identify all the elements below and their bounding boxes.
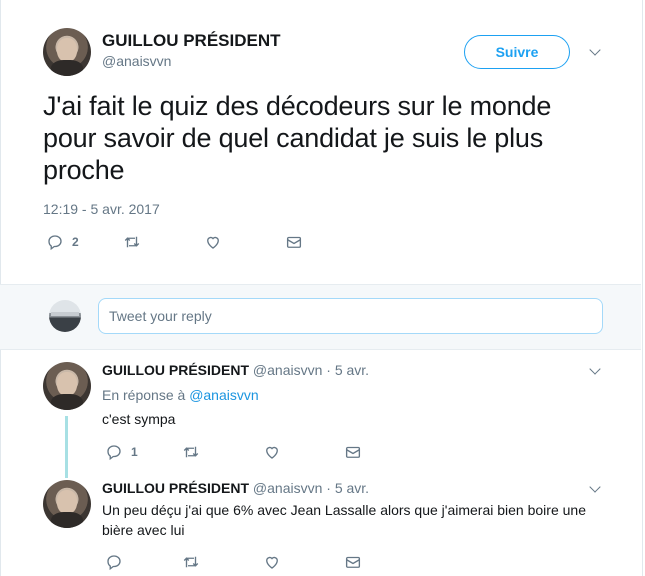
reply-text: Un peu déçu j'ai que 6% avec Jean Lassal… [102, 502, 586, 538]
reply-count: 1 [131, 445, 138, 459]
current-user-avatar [49, 300, 81, 332]
reply-header: GUILLOU PRÉSIDENT @anaisvvn · 5 avr. [102, 362, 369, 378]
chevron-down-icon[interactable] [588, 45, 602, 59]
tweet-timestamp[interactable]: 12:19 - 5 avr. 2017 [43, 201, 160, 217]
mention-link[interactable]: @anaisvvn [189, 387, 258, 403]
author-name[interactable]: GUILLOU PRÉSIDENT [102, 362, 249, 378]
reply-button[interactable]: 2 [46, 233, 79, 251]
like-button[interactable] [263, 443, 281, 461]
reply-icon [107, 445, 121, 461]
tweet-text: J'ai fait le quiz des décodeurs sur le m… [43, 91, 552, 185]
reply-tweet[interactable]: GUILLOU PRÉSIDENT @anaisvvn · 5 avr. Un … [0, 470, 641, 576]
tweet-actions: 2 [46, 233, 346, 253]
reply-button[interactable]: 1 [105, 443, 138, 461]
reply-icon [48, 235, 62, 251]
reply-count: 2 [72, 235, 79, 249]
retweet-icon [124, 236, 140, 248]
avatar[interactable] [43, 480, 91, 528]
like-icon [207, 236, 219, 249]
reply-input[interactable]: Tweet your reply [98, 298, 603, 334]
retweet-button[interactable] [182, 443, 200, 461]
reply-composer: Tweet your reply [0, 284, 641, 350]
reply-button[interactable] [105, 553, 123, 571]
like-button[interactable] [263, 553, 281, 571]
like-icon [266, 446, 278, 459]
avatar[interactable] [43, 28, 91, 76]
follow-button[interactable]: Suivre [464, 35, 570, 69]
reply-header: GUILLOU PRÉSIDENT @anaisvvn · 5 avr. [102, 480, 369, 496]
author-name[interactable]: GUILLOU PRÉSIDENT [102, 31, 281, 51]
retweet-icon [183, 446, 199, 458]
author-name[interactable]: GUILLOU PRÉSIDENT [102, 480, 249, 496]
reply-tweet[interactable]: GUILLOU PRÉSIDENT @anaisvvn · 5 avr. En … [0, 352, 641, 474]
avatar[interactable] [43, 362, 91, 410]
direct-message-icon [286, 236, 302, 248]
reply-icon [107, 555, 121, 571]
direct-message-button[interactable] [344, 553, 362, 571]
direct-message-button[interactable] [285, 233, 303, 251]
chevron-down-icon[interactable] [588, 364, 602, 378]
in-reply-to: En réponse à @anaisvvn [102, 387, 259, 403]
in-reply-prefix: En réponse à [102, 387, 186, 403]
retweet-icon [183, 556, 199, 568]
direct-message-icon [345, 446, 361, 458]
main-tweet: GUILLOU PRÉSIDENT @anaisvvn Suivre J'ai … [0, 0, 641, 284]
direct-message-icon [345, 556, 361, 568]
retweet-button[interactable] [182, 553, 200, 571]
chevron-down-icon[interactable] [588, 482, 602, 496]
reply-text: c'est sympa [102, 411, 176, 427]
direct-message-button[interactable] [344, 443, 362, 461]
reply-actions [105, 553, 405, 573]
retweet-button[interactable] [123, 233, 141, 251]
author-meta[interactable]: @anaisvvn · 5 avr. [253, 362, 369, 378]
like-icon [266, 556, 278, 569]
reply-actions: 1 [105, 443, 405, 463]
author-handle[interactable]: @anaisvvn [102, 53, 171, 69]
like-button[interactable] [204, 233, 222, 251]
author-meta[interactable]: @anaisvvn · 5 avr. [253, 480, 369, 496]
